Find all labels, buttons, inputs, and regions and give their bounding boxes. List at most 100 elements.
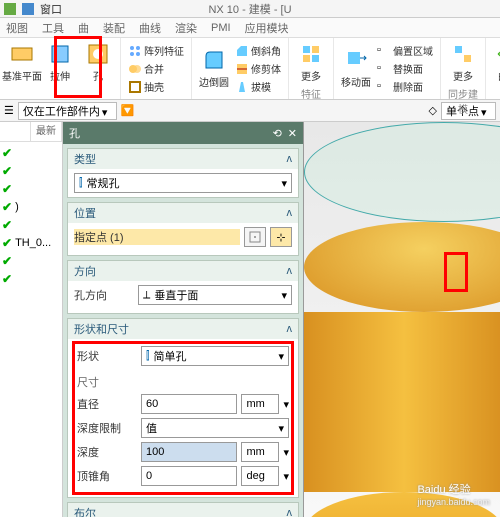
section-header-shape[interactable]: 形状和尺寸ʌ [68,319,298,339]
hole-button[interactable]: 孔 [80,40,116,85]
section-header-boolean[interactable]: 布尔ʌ [68,503,298,517]
snap-icon[interactable]: ◇ [429,104,437,117]
edge-blend-label: 边倒圆 [199,74,229,89]
delete-icon: ▫ [377,80,391,94]
hole-dialog: 孔 ⟲ ✕ 类型ʌ ⫿ 常规孔 ▾ 位置ʌ [63,122,304,517]
menu-assembly[interactable]: 装配 [103,20,125,36]
selection-toolbar: ☰ 仅在工作部件内▾ 🔽 ◇ 单个点▾ [0,100,500,122]
chevron-down-icon[interactable]: ▾ [283,470,289,483]
model-base-outline [304,122,500,222]
draft-icon [235,80,249,94]
chevron-down-icon[interactable]: ▾ [283,446,289,459]
depth-limit-dropdown[interactable]: 值▾ [141,418,289,438]
section-header-direction[interactable]: 方向ʌ [68,261,298,281]
surface-button[interactable]: 曲面 [490,40,500,85]
window-menu[interactable]: 窗口 [40,1,62,17]
tip-angle-unit[interactable]: deg [241,466,279,486]
pattern-label: 阵列特征 [144,43,184,58]
edge-blend-button[interactable]: 边倒圆 [196,46,232,91]
unit-text: mm [246,446,264,458]
offset-region-button[interactable]: ▫偏置区域 [375,42,435,59]
unite-button[interactable]: 合并 [126,60,186,77]
main-area: 最新 ✔ ✔ ✔ ✔) ✔ ✔TH_0... ✔ ✔ 孔 ⟲ ✕ 类型ʌ [0,122,500,517]
ribbon-more1: 更多 特征 [289,38,334,99]
graphics-viewport[interactable]: Baidu 经验 jingyan.baidu.com [304,122,500,517]
pattern-feature-button[interactable]: 阵列特征 [126,42,186,59]
section-position: 位置ʌ 指定点 (1) ⊹ [67,202,299,256]
simple-hole-icon: ⫿ [146,350,150,363]
menu-icon[interactable]: ☰ [4,104,14,117]
filter-icon[interactable]: 🔽 [121,104,135,117]
hole-type-text: 常规孔 [87,175,278,191]
menu-curve[interactable]: 曲线 [139,20,161,36]
section-direction: 方向ʌ 孔方向 ⟂ 垂直于面 ▾ [67,260,299,314]
shell-label: 抽壳 [144,79,164,94]
tree-item[interactable]: ✔ [2,270,60,288]
extrude-button[interactable]: 拉伸 [42,40,78,85]
trim-label: 修剪体 [251,61,281,76]
chamfer-label: 倒斜角 [251,43,281,58]
trim-body-button[interactable]: 修剪体 [233,60,283,77]
shape-dropdown[interactable]: ⫿ 简单孔 ▾ [141,346,289,366]
save-icon[interactable] [22,3,34,15]
diameter-label: 直径 [77,396,137,412]
tip-angle-label: 顶锥角 [77,468,137,484]
tree-item[interactable]: ✔ [2,162,60,180]
datum-plane-label: 基准平面 [2,68,42,83]
hole-direction-dropdown[interactable]: ⟂ 垂直于面 ▾ [138,285,292,305]
datum-plane-button[interactable]: 基准平面 [4,40,40,85]
dialog-pin-icon[interactable]: ⟲ [273,127,282,140]
check-icon: ✔ [2,182,12,196]
dimensions-subheader: 尺寸 [77,370,289,394]
chamfer-icon [235,44,249,58]
point-dialog-button[interactable]: ⊹ [270,227,292,247]
check-icon: ✔ [2,146,12,160]
section-header-position[interactable]: 位置ʌ [68,203,298,223]
chamfer-button[interactable]: 倒斜角 [233,42,283,59]
tab-blank[interactable] [0,122,31,141]
sketch-point-button[interactable] [244,227,266,247]
chevron-down-icon: ▾ [281,289,287,302]
tree-item[interactable]: ✔ [2,252,60,270]
section-header-type[interactable]: 类型ʌ [68,149,298,169]
section-shape-size: 形状和尺寸ʌ 形状 ⫿ 简单孔 ▾ 尺寸 直径 60 [67,318,299,498]
tree-item[interactable]: ✔ [2,216,60,234]
selection-scope-dropdown[interactable]: 仅在工作部件内▾ [18,102,117,120]
dialog-titlebar: 孔 ⟲ ✕ [63,122,303,144]
move-face-button[interactable]: 移动面 [338,46,374,91]
dialog-close-icon[interactable]: ✕ [288,127,297,140]
check-icon: ✔ [2,254,12,268]
menu-pmi[interactable]: PMI [211,22,231,34]
tip-angle-field[interactable]: 0 [141,466,237,486]
menu-view[interactable]: 视图 [6,20,28,36]
depth-unit[interactable]: mm [241,442,279,462]
depth-field[interactable]: 100 [141,442,237,462]
diameter-field[interactable]: 60 [141,394,237,414]
more-button-2[interactable]: 更多 [445,40,481,85]
tree-item[interactable]: ✔ [2,180,60,198]
replace-face-button[interactable]: ▫替换面 [375,60,435,77]
unit-text: mm [246,398,264,410]
diameter-unit[interactable]: mm [241,394,279,414]
depth-value: 100 [146,446,164,458]
tab-latest[interactable]: 最新 [31,122,62,141]
hole-type-dropdown[interactable]: ⫿ 常规孔 ▾ [74,173,292,193]
shell-button[interactable]: 抽壳 [126,78,186,95]
tree-item[interactable]: ✔) [2,198,60,216]
chevron-down-icon: ▾ [481,106,491,116]
annotation-highlight-dimensions: 形状 ⫿ 简单孔 ▾ 尺寸 直径 60 mm ▾ [72,341,294,495]
chevron-down-icon[interactable]: ▾ [283,398,289,411]
section-title: 方向 [74,263,96,279]
tree-item[interactable]: ✔TH_0... [2,234,60,252]
more-button-1[interactable]: 更多 [293,40,329,85]
feature-tree[interactable]: ✔ ✔ ✔ ✔) ✔ ✔TH_0... ✔ ✔ [0,142,62,517]
menu-render[interactable]: 渲染 [175,20,197,36]
menu-curve1[interactable]: 曲 [78,20,89,36]
draft-button[interactable]: 拔模 [233,78,283,95]
ribbon-group-feature2: 阵列特征 合并 抽壳 [121,38,192,99]
delete-face-button[interactable]: ▫删除面 [375,78,435,95]
extrude-label: 拉伸 [50,68,70,83]
tree-item[interactable]: ✔ [2,144,60,162]
menu-tools[interactable]: 工具 [42,20,64,36]
menu-app[interactable]: 应用模块 [245,20,289,36]
